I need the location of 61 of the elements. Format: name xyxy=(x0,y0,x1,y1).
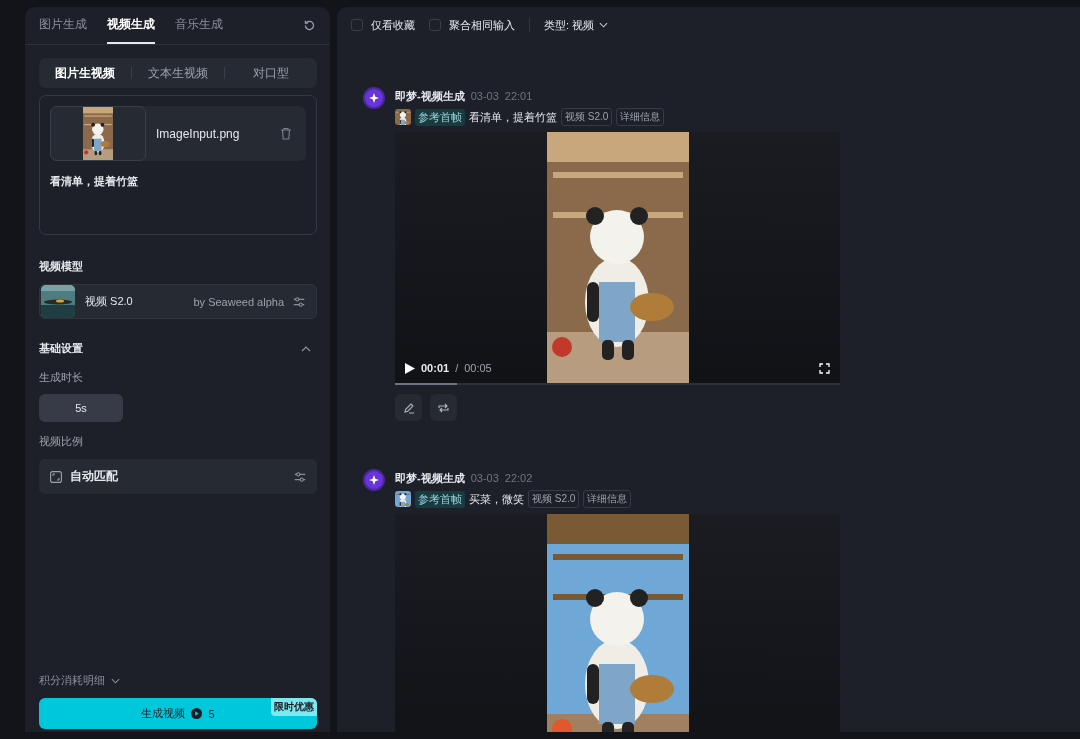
ratio-selector[interactable]: 自动匹配 xyxy=(39,459,317,494)
section-label: 视频模型 xyxy=(39,259,84,274)
aspect-ratio-icon xyxy=(50,470,62,483)
avatar-icon xyxy=(363,87,385,109)
video-player[interactable] xyxy=(395,514,840,732)
credit-icon xyxy=(191,708,203,719)
mode-tab[interactable]: 对口型 xyxy=(225,64,317,82)
prompt-text: 看清单，提着竹篮 xyxy=(469,109,557,125)
time: 22:01 xyxy=(504,90,533,102)
mode-tab[interactable]: 图片生视频 xyxy=(39,64,131,82)
author-name: 即梦-视频生成 xyxy=(395,88,465,104)
checkbox-label: 仅看收藏 xyxy=(371,17,415,33)
pencil-icon xyxy=(402,401,415,414)
sliders-icon[interactable] xyxy=(292,294,306,309)
section-label: 基础设置 xyxy=(39,341,83,356)
chevron-up-icon[interactable] xyxy=(301,345,311,352)
tab[interactable]: 音乐生成 xyxy=(175,7,223,44)
total-time: 00:05 xyxy=(464,362,492,374)
tag[interactable]: 详细信息 xyxy=(616,108,665,126)
tag[interactable]: 视频 S2.0 xyxy=(528,490,580,508)
time-separator: / xyxy=(455,362,459,374)
play-icon[interactable] xyxy=(405,362,415,374)
reference-tag: 参考首帧 xyxy=(415,490,465,508)
regenerate-button[interactable] xyxy=(430,394,457,421)
checkbox[interactable] xyxy=(351,19,363,31)
field-label: 视频比例 xyxy=(39,434,84,449)
edit-button[interactable] xyxy=(395,394,422,421)
checkbox[interactable] xyxy=(429,19,441,31)
filter-checkbox[interactable]: 仅看收藏 xyxy=(351,17,415,33)
tab[interactable]: 视频生成 xyxy=(107,7,155,44)
prompt-field[interactable]: 看清单，提着竹篮 xyxy=(50,175,306,187)
avatar-icon xyxy=(363,469,385,491)
credits-link[interactable]: 积分消耗明细 xyxy=(39,673,105,688)
fullscreen-icon[interactable] xyxy=(819,362,830,374)
type-dropdown[interactable]: 类型: 视频 xyxy=(544,17,609,33)
mode-tab[interactable]: 文本生视频 xyxy=(132,64,224,82)
reference-tag: 参考首帧 xyxy=(415,108,465,126)
video-player[interactable]: 00:01 / 00:05 xyxy=(395,132,840,383)
generate-button[interactable]: 生成视频 5 限时优惠 xyxy=(39,698,317,729)
tab[interactable]: 图片生成 xyxy=(39,7,87,44)
author-name: 即梦-视频生成 xyxy=(395,470,465,486)
trash-icon[interactable] xyxy=(280,127,292,140)
sliders-icon[interactable] xyxy=(293,469,307,484)
file-name: ImageInput.png xyxy=(156,126,241,141)
chevron-down-icon xyxy=(599,22,609,28)
prompt-text: 买菜，微笑 xyxy=(469,491,524,507)
model-selector[interactable]: 视频 S2.0 by Seaweed alpha xyxy=(39,284,317,319)
duration-option[interactable]: 5s xyxy=(39,394,123,422)
chevron-down-icon[interactable] xyxy=(111,677,120,684)
date: 03-03 xyxy=(470,90,499,102)
tag[interactable]: 详细信息 xyxy=(583,490,632,508)
filter-checkbox[interactable]: 聚合相同输入 xyxy=(429,17,515,33)
repeat-icon xyxy=(437,401,450,414)
tag[interactable]: 视频 S2.0 xyxy=(561,108,613,126)
reset-icon[interactable] xyxy=(303,19,316,32)
time: 22:02 xyxy=(504,472,533,484)
checkbox-label: 聚合相同输入 xyxy=(449,17,515,33)
promo-badge: 限时优惠 xyxy=(271,698,317,716)
date: 03-03 xyxy=(470,472,499,484)
current-time: 00:01 xyxy=(421,362,450,374)
field-label: 生成时长 xyxy=(39,370,84,385)
